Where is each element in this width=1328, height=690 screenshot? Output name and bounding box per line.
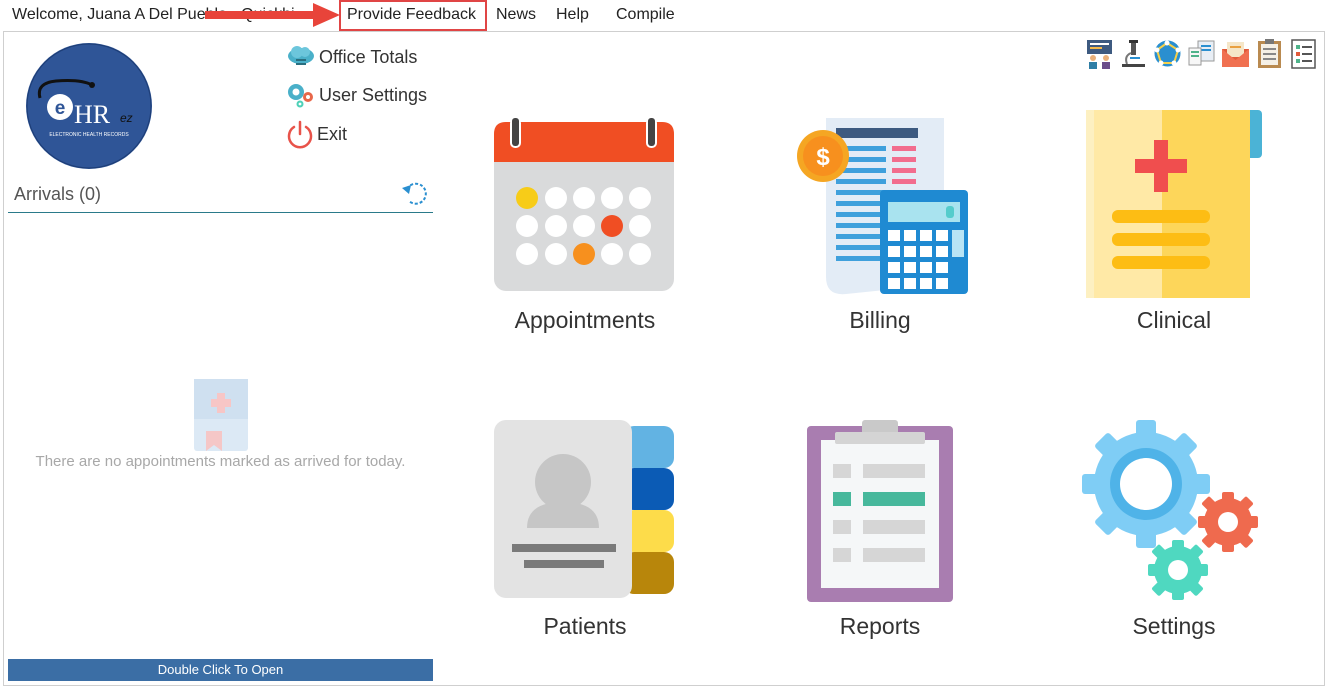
empty-arrivals-message: There are no appointments marked as arri… <box>35 453 406 470</box>
settings-label: Settings <box>1132 613 1216 639</box>
clinical-tile[interactable]: Clinical <box>1074 108 1274 340</box>
meeting-icon[interactable] <box>1084 38 1115 69</box>
patients-tile[interactable]: Patients <box>480 416 690 646</box>
svg-text:$: $ <box>816 144 830 171</box>
double-click-open-button[interactable]: Double Click To Open <box>8 659 433 681</box>
medical-folder-icon <box>1086 110 1262 298</box>
appointments-tile[interactable]: Appointments <box>480 110 690 340</box>
provide-feedback-link[interactable]: Provide Feedback <box>347 6 476 24</box>
svg-text:ELECTRONIC HEALTH RECORDS: ELECTRONIC HEALTH RECORDS <box>49 132 129 138</box>
settings-tile[interactable]: Settings <box>1074 416 1274 646</box>
microscope-icon[interactable] <box>1118 38 1149 69</box>
svg-text:e: e <box>55 98 66 119</box>
patients-label: Patients <box>543 613 627 639</box>
checklist-clipboard-icon[interactable] <box>1254 38 1285 69</box>
compile-link[interactable]: Compile <box>616 6 675 24</box>
billing-tile[interactable]: $ Billing <box>780 110 980 340</box>
user-settings-link[interactable]: User Settings <box>286 82 427 108</box>
svg-text:HR: HR <box>74 100 111 129</box>
help-link[interactable]: Help <box>556 6 589 24</box>
exit-link[interactable]: Exit <box>286 119 347 149</box>
office-totals-link[interactable]: Office Totals <box>286 44 417 70</box>
power-icon <box>287 120 313 149</box>
settings-gears-icon <box>1082 420 1258 600</box>
top-menu-bar: Welcome, Juana A Del Pueblo - Quickbi Pr… <box>0 0 1328 31</box>
task-list-icon[interactable] <box>1288 38 1319 69</box>
network-globe-icon[interactable] <box>1152 38 1183 69</box>
arrivals-title: Arrivals (0) <box>14 184 102 204</box>
arrivals-divider <box>8 212 433 213</box>
svg-text:ez: ez <box>120 111 133 125</box>
billing-calculator-icon: $ <box>797 118 968 295</box>
cloud-icon <box>288 46 314 65</box>
calendar-icon <box>494 118 674 291</box>
reports-tile[interactable]: Reports <box>780 416 980 646</box>
gears-icon <box>288 84 313 108</box>
refresh-icon[interactable] <box>400 178 430 208</box>
news-link[interactable]: News <box>496 6 536 24</box>
exit-label: Exit <box>317 123 348 144</box>
mail-envelope-icon[interactable] <box>1220 38 1251 69</box>
ehr-logo: e HR ez ELECTRONIC HEALTH RECORDS <box>26 43 152 169</box>
patient-card-icon <box>494 420 674 598</box>
reports-label: Reports <box>839 613 921 639</box>
appointments-label: Appointments <box>514 307 656 333</box>
empty-clipboard-icon <box>194 379 248 451</box>
office-totals-label: Office Totals <box>319 46 418 67</box>
report-clipboard-icon <box>807 420 953 602</box>
document-transfer-icon[interactable] <box>1186 38 1217 69</box>
billing-label: Billing <box>849 307 911 333</box>
user-settings-label: User Settings <box>319 84 428 105</box>
top-right-toolbar <box>1084 38 1319 69</box>
red-arrow-annotation <box>205 3 340 27</box>
clinical-label: Clinical <box>1136 307 1212 333</box>
